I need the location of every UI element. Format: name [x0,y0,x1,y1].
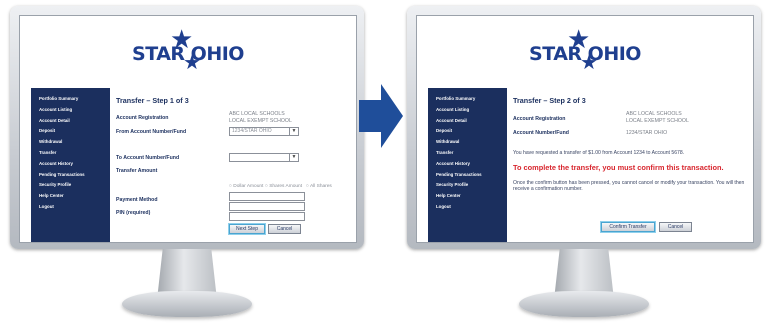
confirm-warning-text: To complete the transfer, you must confi… [513,163,724,172]
radio-dollar-amount[interactable]: ○ Dollar Amount [229,184,263,189]
sidebar: Portfolio Summary Account Listing Accoun… [31,88,110,242]
sidebar-item-logout[interactable]: Logout [428,202,507,213]
sidebar-item-account-history[interactable]: Account History [31,159,110,170]
chevron-down-icon: ▼ [289,128,298,135]
monitor-stand-base [122,291,252,317]
payment-method-input[interactable] [229,202,305,211]
sidebar-item-portfolio-summary[interactable]: Portfolio Summary [428,94,507,105]
sidebar-item-withdrawal[interactable]: Withdrawal [31,137,110,148]
radio-all-shares[interactable]: ○ All Shares [306,184,332,189]
sidebar-item-account-listing[interactable]: Account Listing [31,105,110,116]
logo-text: STAR OHIO [132,43,244,65]
account-registration-value-line2: LOCAL EXEMPT SCHOOL [229,118,292,124]
sidebar: Portfolio Summary Account Listing Accoun… [428,88,507,242]
pin-label: PIN (required) [116,210,151,216]
sidebar-item-transfer[interactable]: Transfer [31,148,110,159]
confirm-notice-text: Once the confirm button has been pressed… [513,180,745,193]
to-account-select[interactable]: ▼ [229,153,299,162]
from-account-value: 1234/STAR OHIO [232,128,272,134]
from-account-label: From Account Number/Fund [116,129,187,135]
sidebar-item-security-profile[interactable]: Security Profile [31,180,110,191]
cancel-button[interactable]: Cancel [268,224,301,234]
sidebar-item-deposit[interactable]: Deposit [31,126,110,137]
sidebar-item-transfer[interactable]: Transfer [428,148,507,159]
sidebar-item-help-center[interactable]: Help Center [31,191,110,202]
transfer-form: Transfer – Step 1 of 3 Account Registrat… [116,88,351,234]
chevron-down-icon: ▼ [289,154,298,161]
flow-arrow-icon [359,84,403,148]
sidebar-item-portfolio-summary[interactable]: Portfolio Summary [31,94,110,105]
screen-step2: ★ ★ STAR OHIO Portfolio Summary Account … [416,15,754,243]
sidebar-item-deposit[interactable]: Deposit [428,126,507,137]
account-number-value: 1234/STAR OHIO [626,130,668,136]
sidebar-item-account-listing[interactable]: Account Listing [428,105,507,116]
sidebar-item-logout[interactable]: Logout [31,202,110,213]
account-registration-value-line1: ABC LOCAL SCHOOLS [626,111,682,117]
sidebar-item-security-profile[interactable]: Security Profile [428,180,507,191]
payment-method-label: Payment Method [116,197,158,203]
screen-step1: ★ ★ STAR OHIO Portfolio Summary Account … [19,15,357,243]
monitor-stand-neck [554,249,614,295]
radio-label: Shares Amount [269,184,303,189]
transfer-request-text: You have requested a transfer of $1.00 f… [513,150,685,156]
monitor-stand-neck [157,249,217,295]
radio-label: Dollar Amount [233,184,264,189]
sidebar-item-pending-transactions[interactable]: Pending Transactions [428,170,507,181]
account-number-label: Account Number/Fund [513,130,569,136]
next-step-button[interactable]: Next Step [229,224,265,234]
monitor-stand-base [519,291,649,317]
to-account-label: To Account Number/Fund [116,155,180,161]
sidebar-item-withdrawal[interactable]: Withdrawal [428,137,507,148]
sidebar-item-account-detail[interactable]: Account Detail [31,116,110,127]
transfer-amount-input[interactable] [229,192,305,201]
radio-shares-amount[interactable]: ○ Shares Amount [265,184,302,189]
sidebar-item-account-detail[interactable]: Account Detail [428,116,507,127]
pin-input[interactable] [229,212,305,221]
from-account-select[interactable]: 1234/STAR OHIO ▼ [229,127,299,136]
page-title: Transfer – Step 1 of 3 [116,96,189,105]
sidebar-item-pending-transactions[interactable]: Pending Transactions [31,170,110,181]
cancel-button[interactable]: Cancel [659,222,692,232]
account-registration-value-line2: LOCAL EXEMPT SCHOOL [626,118,689,124]
transfer-amount-label: Transfer Amount [116,168,158,174]
sidebar-item-help-center[interactable]: Help Center [428,191,507,202]
star-ohio-logo: ★ ★ STAR OHIO [417,26,753,76]
account-registration-label: Account Registration [513,116,566,122]
account-registration-value-line1: ABC LOCAL SCHOOLS [229,111,285,117]
radio-label: All Shares [309,184,332,189]
account-registration-label: Account Registration [116,115,169,121]
page-title: Transfer – Step 2 of 3 [513,96,586,105]
logo-text: STAR OHIO [529,43,641,65]
transfer-confirmation: Transfer – Step 2 of 3 Account Registrat… [513,88,748,232]
sidebar-item-account-history[interactable]: Account History [428,159,507,170]
confirm-transfer-button[interactable]: Confirm Transfer [601,222,655,232]
star-ohio-logo: ★ ★ STAR OHIO [20,26,356,76]
